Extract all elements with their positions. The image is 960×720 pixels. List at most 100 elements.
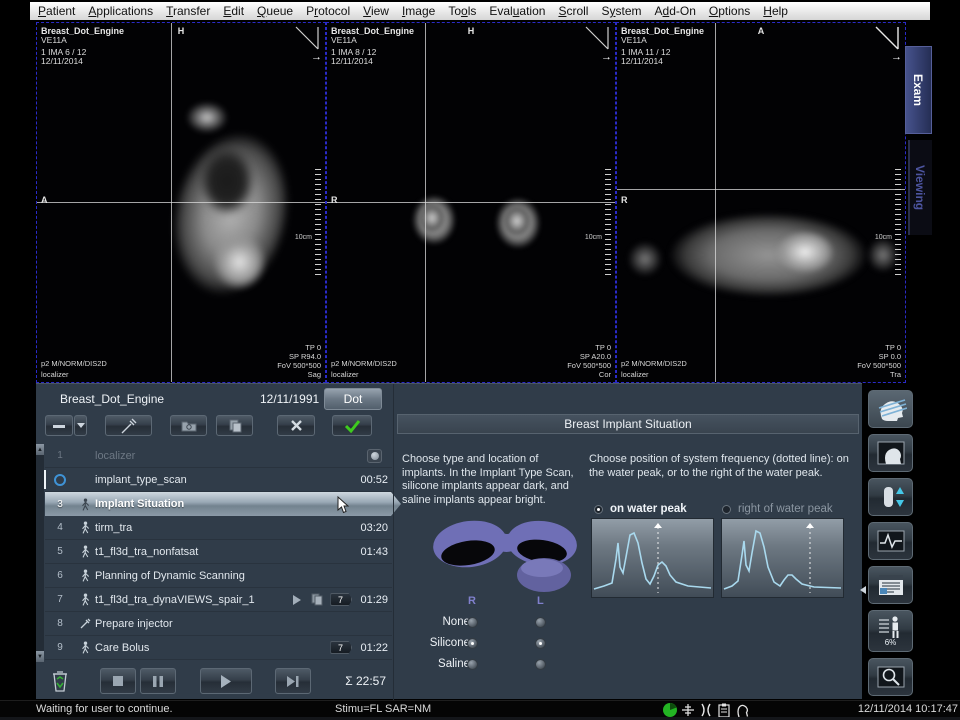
sequence-name: localizer — [331, 370, 359, 379]
cancel-button[interactable] — [277, 415, 315, 436]
step-time: 01:43 — [360, 546, 392, 558]
mri-bright-region — [177, 95, 237, 140]
scroll-arrow-icon[interactable]: → — [601, 51, 612, 63]
step-row-planning-dynamic[interactable]: 6 Planning of Dynamic Scanning — [45, 564, 392, 588]
step-row-tirm-tra[interactable]: 4 tirm_tra 03:20 — [45, 516, 392, 540]
step-row-care-bolus[interactable]: 9 Care Bolus 7 01:22 — [45, 636, 392, 660]
step-row-prepare-injector[interactable]: 8 Prepare injector — [45, 612, 392, 636]
menu-help[interactable]: Help — [763, 4, 788, 18]
viewport-sagittal[interactable]: Breast_Dot_Engine VE11A 1 IMA 6 / 12 12/… — [36, 22, 326, 383]
steps-scrollbar[interactable]: ▲ ▼ — [36, 444, 44, 662]
pane-corner-icon[interactable] — [585, 26, 609, 50]
tp-value: TP 0 — [885, 343, 901, 352]
fov-value: FoV 500*500 — [277, 361, 321, 370]
orientation-left-label: A — [41, 195, 48, 205]
menu-system[interactable]: System — [601, 4, 641, 18]
step-row-localizer[interactable]: 1 localizer — [45, 444, 392, 468]
stop-button[interactable] — [100, 668, 136, 694]
orientation-left-label: R — [331, 195, 338, 205]
tab-viewing[interactable]: Viewing — [908, 140, 932, 235]
mouse-cursor — [337, 496, 350, 515]
image-params: p2 M/NORM/DIS2D — [331, 359, 397, 368]
scroll-arrow-icon[interactable]: → — [891, 51, 902, 63]
menu-transfer[interactable]: Transfer — [166, 4, 210, 18]
recycle-bin-icon — [50, 669, 70, 693]
implant-radio-silicone-right[interactable] — [467, 638, 478, 649]
physio-signal-button[interactable] — [868, 522, 913, 560]
inline-display-button[interactable] — [868, 658, 913, 696]
copy-button[interactable] — [216, 415, 253, 436]
scroll-arrow-icon[interactable]: → — [311, 51, 322, 63]
implant-radio-none-right[interactable] — [467, 617, 478, 628]
table-move-dropdown[interactable] — [74, 415, 87, 436]
step-row-t1-fl3d-tra-dynaviews[interactable]: 7 t1_fl3d_tra_dynaVIEWS_spair_1 7 01:29 — [45, 588, 392, 612]
orientation-left-label: R — [621, 195, 628, 205]
play-icon[interactable] — [293, 595, 301, 605]
implant-radio-saline-right[interactable] — [467, 659, 478, 670]
play-button[interactable] — [200, 668, 252, 694]
menu-tools[interactable]: Tools — [448, 4, 476, 18]
viewport-coronal[interactable]: Breast_Dot_Engine VE11A 1 IMA 8 / 12 12/… — [326, 22, 616, 383]
protocol-sheet-button[interactable] — [868, 566, 913, 604]
step-row-implant-situation[interactable]: 3 Implant Situation — [45, 492, 401, 516]
menu-evaluation[interactable]: Evaluation — [489, 4, 545, 18]
scroll-down-icon[interactable]: ▼ — [36, 651, 44, 662]
sar-percent: 6% — [885, 638, 897, 647]
pause-button[interactable] — [140, 668, 176, 694]
chevron-down-icon — [77, 423, 85, 428]
menu-applications[interactable]: Applications — [88, 4, 153, 18]
crosshair-horizontal[interactable] — [37, 202, 325, 203]
application-window: Patient Applications Transfer Edit Queue… — [0, 0, 960, 720]
pane-corner-icon[interactable] — [295, 26, 319, 50]
menu-edit[interactable]: Edit — [223, 4, 244, 18]
menu-addon[interactable]: Add-On — [655, 4, 696, 18]
pane-software: VE11A — [331, 35, 357, 45]
step-row-implant-type-scan[interactable]: implant_type_scan 00:52 — [45, 468, 392, 492]
implant-radio-silicone-left[interactable] — [535, 638, 546, 649]
plane-label: Tra — [890, 370, 901, 379]
injector-button[interactable] — [105, 415, 152, 436]
step-row-t1-fl3d-tra-nonfatsat[interactable]: 5 t1_fl3d_tra_nonfatsat 01:43 — [45, 540, 392, 564]
table-move-button[interactable] — [45, 415, 73, 436]
dot-button[interactable]: Dot — [324, 388, 382, 410]
exam-task-panel: Breast_Dot_Engine 12/11/1991 Dot ▲ ▼ — [36, 383, 862, 699]
graphic-slice-position-button[interactable] — [868, 390, 913, 428]
document-icon — [876, 572, 906, 598]
sequence-name: localizer — [621, 370, 649, 379]
confirm-button[interactable] — [332, 415, 372, 436]
radio-on-water-peak[interactable]: on water peak — [594, 503, 687, 515]
patient-head-icon — [734, 702, 749, 718]
sar-person-icon — [876, 615, 906, 639]
image-display-button[interactable] — [868, 434, 913, 472]
user-interaction-icon — [80, 569, 91, 582]
menu-protocol[interactable]: Protocol — [306, 4, 350, 18]
menu-options[interactable]: Options — [709, 4, 750, 18]
crosshair-horizontal[interactable] — [327, 202, 615, 203]
table-position-button[interactable] — [868, 478, 913, 516]
menu-patient[interactable]: Patient — [38, 4, 75, 18]
system-load-pie-icon — [662, 702, 678, 718]
tab-exam[interactable]: Exam — [905, 46, 932, 134]
step-number: 9 — [45, 642, 75, 653]
skip-to-end-button[interactable] — [275, 668, 311, 694]
menu-image[interactable]: Image — [402, 4, 435, 18]
implant-radio-saline-left[interactable] — [535, 659, 546, 670]
panel-collapse-arrow-icon[interactable] — [860, 586, 866, 594]
step-number: 3 — [45, 499, 75, 510]
menu-view[interactable]: View — [363, 4, 389, 18]
menu-scroll[interactable]: Scroll — [558, 4, 588, 18]
recycle-bin-button[interactable] — [45, 668, 75, 694]
fov-value: FoV 500*500 — [857, 361, 901, 370]
pane-corner-icon[interactable] — [875, 26, 899, 50]
implant-radio-none-left[interactable] — [535, 617, 546, 628]
viewport-transversal[interactable]: Breast_Dot_Engine VE11A 1 IMA 11 / 12 12… — [616, 22, 906, 383]
stimulation-sar-status: Stimu=FL SAR=NM — [335, 703, 431, 715]
crosshair-vertical[interactable] — [715, 23, 716, 382]
open-folder-button[interactable] — [170, 415, 207, 436]
radio-right-of-water-peak[interactable]: right of water peak — [722, 503, 833, 515]
sar-level-button[interactable]: 6% — [868, 610, 913, 652]
crosshair-horizontal[interactable] — [617, 189, 905, 190]
menu-queue[interactable]: Queue — [257, 4, 293, 18]
scroll-up-icon[interactable]: ▲ — [36, 444, 44, 455]
radio-label: right of water peak — [738, 503, 833, 515]
